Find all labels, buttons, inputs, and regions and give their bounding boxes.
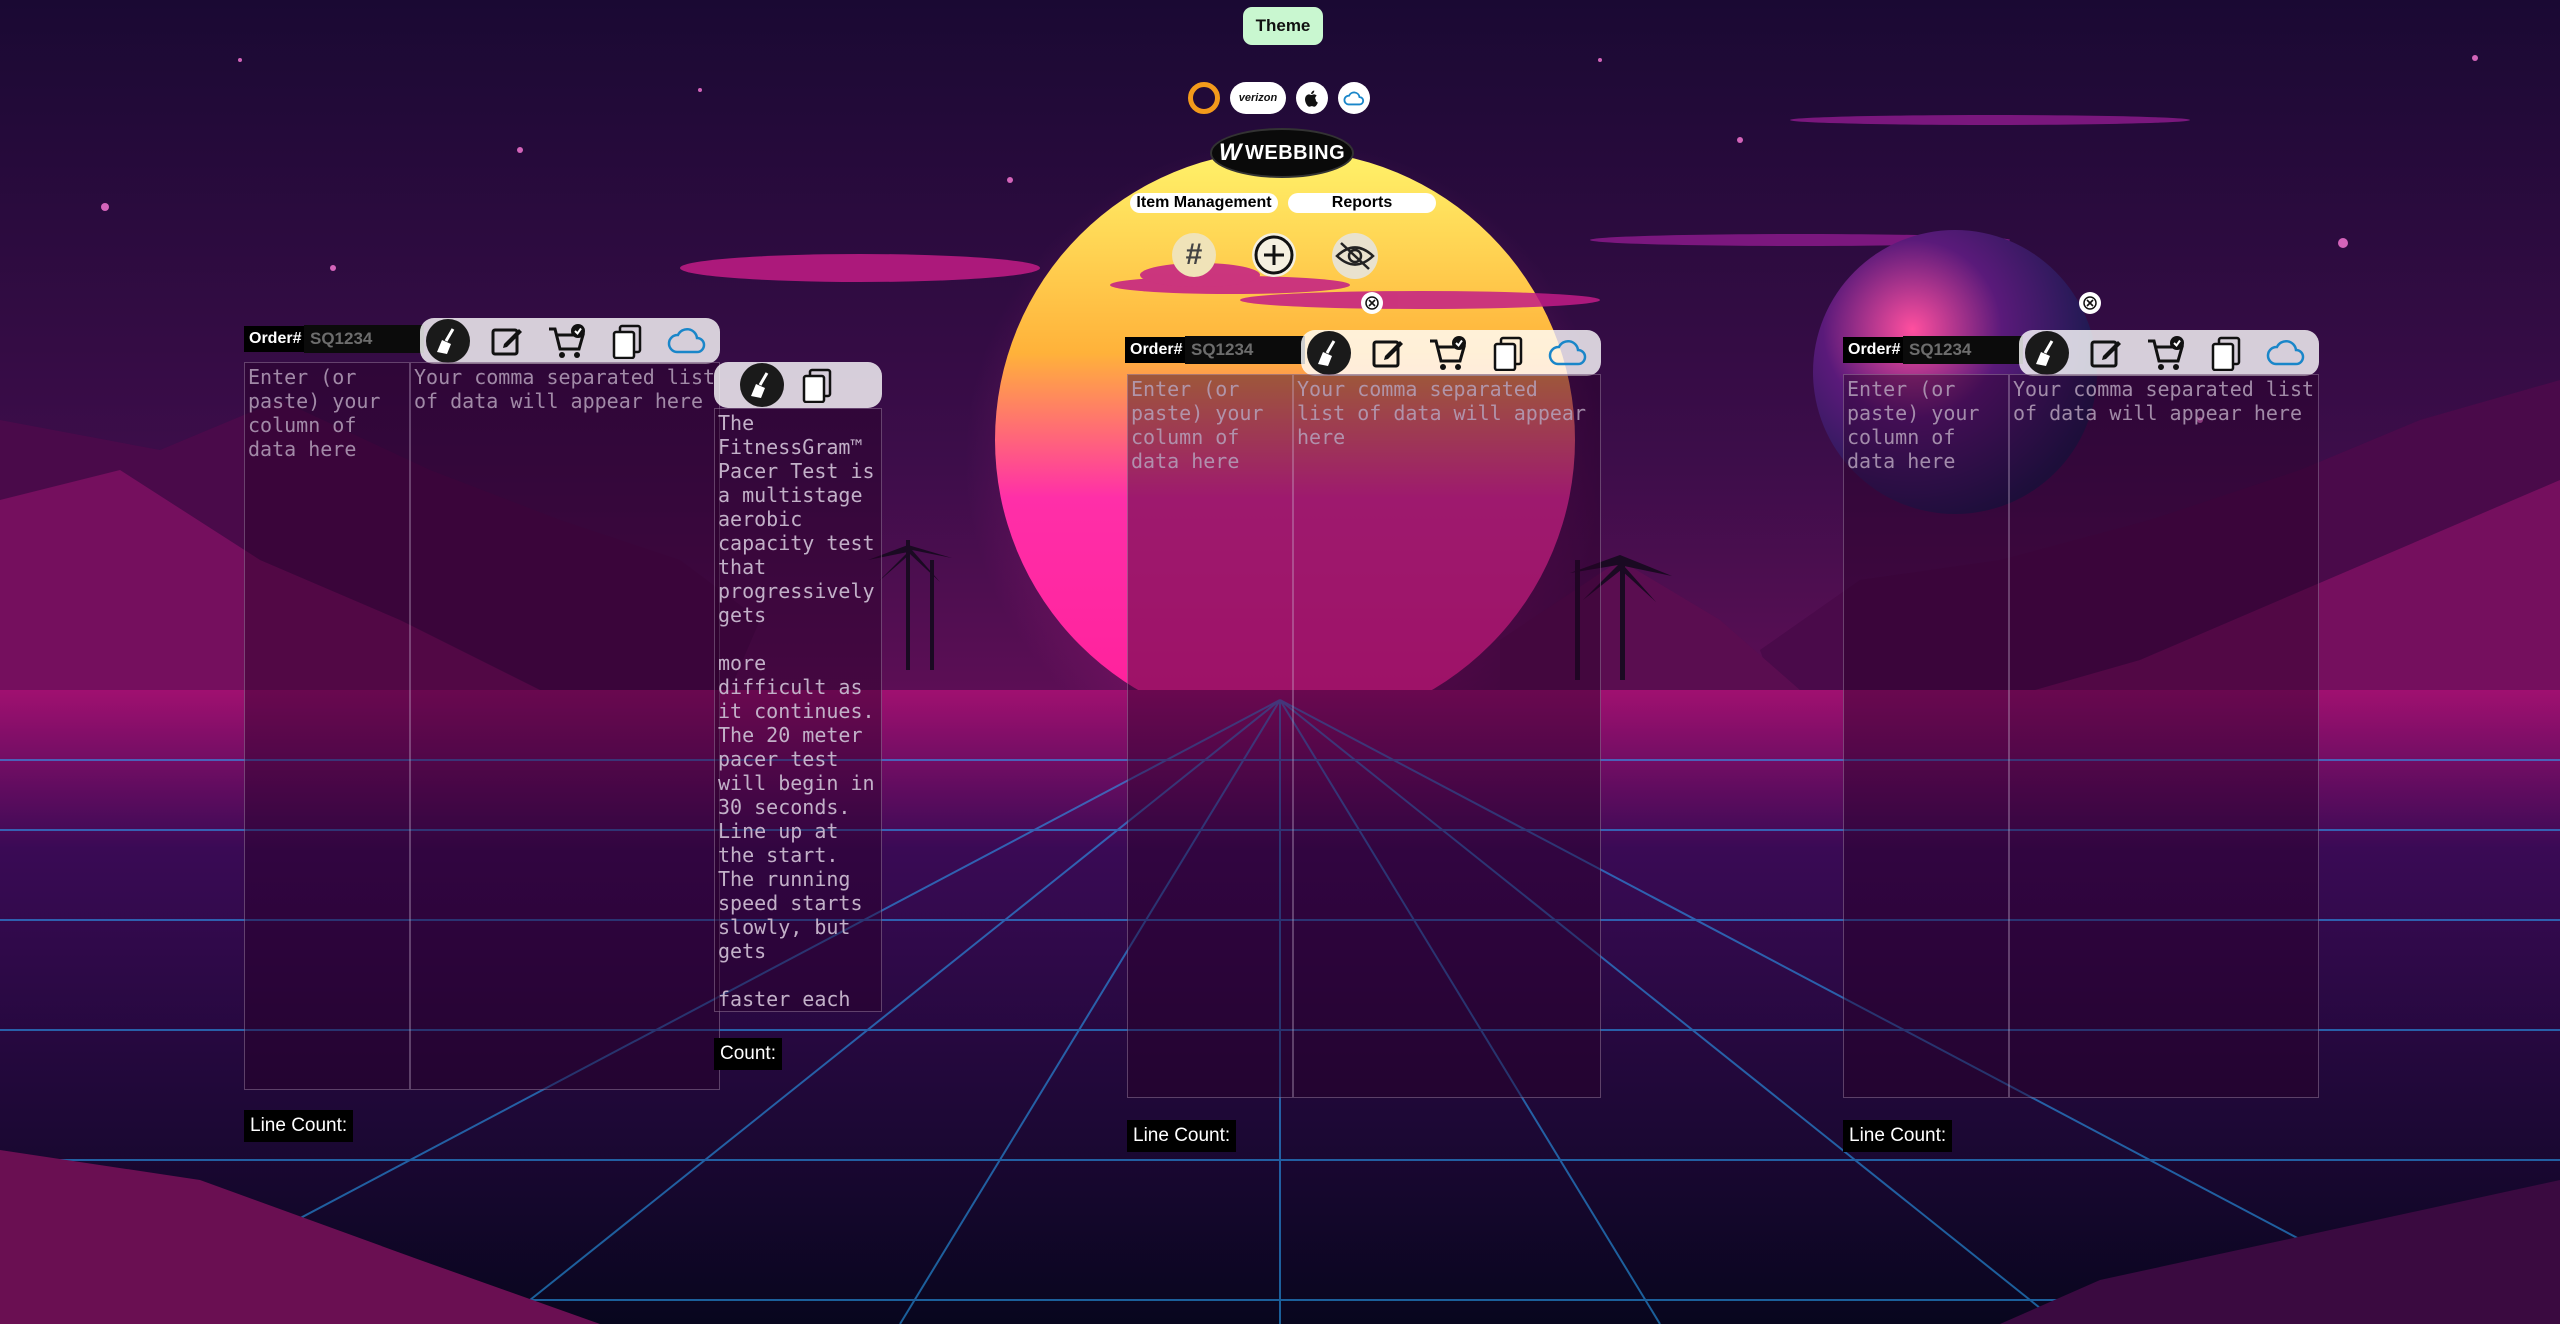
verizon-logo[interactable]: verizon xyxy=(1230,82,1286,114)
apple-icon[interactable] xyxy=(1296,82,1328,114)
broom-icon xyxy=(437,328,455,354)
count-label: Count: xyxy=(714,1038,782,1070)
order-number-input[interactable] xyxy=(304,325,424,353)
cloud-icon xyxy=(2266,340,2305,366)
order-label: Order# xyxy=(1125,337,1188,363)
copy-icon xyxy=(1493,336,1523,371)
eye-slash-icon xyxy=(1335,242,1375,270)
column-input[interactable] xyxy=(244,362,410,1090)
cart-check-icon xyxy=(549,324,585,358)
clear-button[interactable] xyxy=(426,319,470,363)
order-number-input[interactable] xyxy=(1185,336,1305,364)
hide-button[interactable] xyxy=(1332,233,1378,279)
order-label: Order# xyxy=(244,326,307,352)
csv-output[interactable] xyxy=(410,362,720,1090)
add-panel-button[interactable] xyxy=(1252,233,1296,277)
theme-button[interactable]: Theme xyxy=(1243,7,1323,45)
panel-toolbar xyxy=(2019,330,2319,376)
logo-text: WEBBING xyxy=(1244,141,1346,164)
broom-icon xyxy=(1318,340,1336,366)
tab-reports[interactable]: Reports xyxy=(1288,193,1436,213)
copy-button[interactable] xyxy=(794,362,840,408)
copy-button[interactable] xyxy=(2203,330,2249,376)
clear-button[interactable] xyxy=(1307,331,1351,375)
order-label: Order# xyxy=(1843,337,1906,363)
main-nav: Item Management Reports xyxy=(1130,193,1436,213)
copy-button[interactable] xyxy=(1485,330,1531,376)
cart-button[interactable] xyxy=(544,318,590,364)
column-input[interactable] xyxy=(1843,374,2009,1098)
clear-button[interactable] xyxy=(2025,331,2069,375)
cloud-icon[interactable] xyxy=(1338,82,1370,114)
cloud-upload-button[interactable] xyxy=(664,318,710,364)
converter-panel-1: Order# Line Count: xyxy=(244,318,720,1148)
plus-circle-icon xyxy=(1254,235,1294,275)
copy-icon xyxy=(2211,336,2241,371)
cloud-icon xyxy=(1548,340,1587,366)
cloud-upload-button[interactable] xyxy=(2263,330,2309,376)
action-icons: # xyxy=(1172,233,1378,279)
webbing-logo: W WEBBING xyxy=(1210,128,1354,178)
close-icon xyxy=(1365,296,1379,310)
line-count: Line Count: xyxy=(1127,1120,1237,1152)
cart-button[interactable] xyxy=(1425,330,1471,376)
hash-button[interactable]: # xyxy=(1172,233,1216,277)
order-number-input[interactable] xyxy=(1903,336,2023,364)
edit-button[interactable] xyxy=(484,318,530,364)
line-count: Line Count: xyxy=(244,1110,354,1142)
copy-button[interactable] xyxy=(604,318,650,364)
cart-button[interactable] xyxy=(2143,330,2189,376)
converter-panel-2: Order# Line Count: xyxy=(1125,330,1601,1160)
cloud-upload-button[interactable] xyxy=(1545,330,1591,376)
line-count: Line Count: xyxy=(1843,1120,1953,1152)
edit-icon xyxy=(2090,340,2121,368)
column-input[interactable] xyxy=(1127,374,1293,1098)
panel-toolbar xyxy=(1301,330,1601,376)
csv-output[interactable] xyxy=(2009,374,2319,1098)
carrier-selector: verizon xyxy=(1188,81,1370,115)
text-panel-toolbar xyxy=(714,362,882,408)
cart-check-icon xyxy=(2148,336,2184,370)
text-area[interactable] xyxy=(714,408,882,1012)
edit-button[interactable] xyxy=(1365,330,1411,376)
clear-button[interactable] xyxy=(740,363,784,407)
cart-check-icon xyxy=(1430,336,1466,370)
edit-icon xyxy=(491,328,522,356)
webbing-logo-mark: W xyxy=(1218,139,1242,166)
edit-button[interactable] xyxy=(2083,330,2129,376)
csv-output[interactable] xyxy=(1293,374,1601,1098)
orange-ring-icon[interactable] xyxy=(1188,82,1220,114)
close-panel-3-button[interactable] xyxy=(2079,292,2101,314)
copy-icon xyxy=(612,324,642,359)
panel-toolbar xyxy=(420,318,720,364)
text-panel: Count: xyxy=(714,362,884,1072)
close-icon xyxy=(2083,296,2097,310)
tab-item-management[interactable]: Item Management xyxy=(1130,193,1278,213)
cloud-icon xyxy=(667,328,706,354)
broom-icon xyxy=(2036,340,2054,366)
converter-panel-3: Order# Line Count: xyxy=(1843,330,2319,1160)
close-panel-2-button[interactable] xyxy=(1361,292,1383,314)
broom-icon xyxy=(751,372,769,398)
edit-icon xyxy=(1372,340,1403,368)
copy-icon xyxy=(802,368,832,403)
